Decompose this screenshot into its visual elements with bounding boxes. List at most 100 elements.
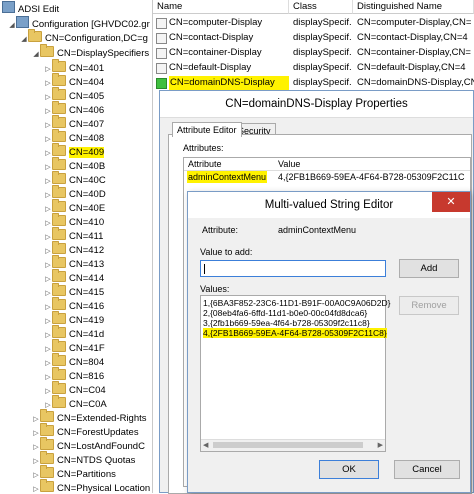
folder-icon xyxy=(52,241,66,254)
multi-valued-string-editor[interactable]: Multi-valued String Editor ✕ Attribute: … xyxy=(187,191,471,493)
values-list[interactable]: 1,{6BA3F852-23C6-11D1-B91F-00A0C9A06D2D}… xyxy=(200,295,390,452)
values-list-item[interactable]: 3,{2fb1b669-59ea-4f64-b728-05309f2c11c8} xyxy=(203,318,370,328)
ok-button[interactable]: OK xyxy=(319,460,379,479)
tree-display-specifiers[interactable]: ◢ CN=DisplaySpecifiers xyxy=(32,44,149,61)
naming-context-icon xyxy=(16,16,29,28)
tree-locale-label: CN=401 xyxy=(69,63,105,74)
tree-configuration-label: Configuration [GHVDC02.gr xyxy=(32,19,150,30)
values-scrollbar[interactable]: ◀ ▶ xyxy=(201,439,385,451)
folder-icon xyxy=(52,269,66,282)
tree-locale-label: CN=406 xyxy=(69,105,105,116)
list-row[interactable]: CN=container-Display displaySpecif... CN=c… xyxy=(153,46,474,60)
list-row-dn: CN=computer-Display,CN= xyxy=(357,17,472,28)
list-row-class: displaySpecif... xyxy=(293,77,351,88)
tree-locale-label: CN=419 xyxy=(69,315,105,326)
cancel-button[interactable]: Cancel xyxy=(394,460,460,479)
folder-icon xyxy=(52,297,66,310)
folder-icon xyxy=(52,283,66,296)
remove-button[interactable]: Remove xyxy=(399,296,459,315)
folder-icon xyxy=(52,171,66,184)
folder-icon xyxy=(52,311,66,324)
tree-locale-label: CN=40B xyxy=(69,161,106,172)
attribute-value: 4,{2FB1B669-59EA-4F64-B728-05309F2C11C xyxy=(278,172,465,182)
folder-icon xyxy=(52,115,66,128)
tree-locale-label: CN=414 xyxy=(69,273,105,284)
object-icon xyxy=(156,63,167,74)
list-row-dn: CN=container-Display,CN= xyxy=(357,47,471,58)
folder-icon xyxy=(40,465,54,478)
tree-locale-label: CN=C0A xyxy=(69,399,107,410)
tree-locale-label: CN=41d xyxy=(69,329,105,340)
tree-container-item[interactable]: ▷ CN=ForestUpdates xyxy=(32,423,139,438)
list-row-class: displaySpecif... xyxy=(293,17,351,28)
attributes-label: Attributes: xyxy=(183,143,224,153)
tree-locale-label: CN=412 xyxy=(69,245,105,256)
list-row[interactable]: CN=default-Display displaySpecif... CN=def… xyxy=(153,61,474,75)
tree-locale-label: CN=407 xyxy=(69,119,105,130)
tree-container-item[interactable]: ▷ CN=Physical Location xyxy=(32,479,150,493)
tree-locale-label: CN=816 xyxy=(69,371,105,382)
tree-locale-label: CN=41F xyxy=(69,343,105,354)
column-header-dn[interactable]: Distinguished Name xyxy=(353,0,474,14)
object-icon xyxy=(156,48,167,59)
tree-locale-label: CN=40C xyxy=(69,175,106,186)
collapse-icon[interactable]: ◢ xyxy=(8,19,16,32)
attribute-row[interactable]: adminContextMenu 4,{2FB1B669-59EA-4F64-B… xyxy=(184,171,470,183)
tree-locale-label: CN=C04 xyxy=(69,385,106,396)
tree-pane[interactable]: ADSI Edit ◢ Configuration [GHVDC02.gr ◢ CN… xyxy=(0,0,153,493)
scroll-right-icon[interactable]: ▶ xyxy=(378,440,383,451)
values-list-item[interactable]: 4,{2FB1B669-59EA-4F64-B728-05309F2C11C8} xyxy=(203,328,387,338)
list-row-dn: CN=domainDNS-Display,CN xyxy=(357,77,474,88)
properties-title: CN=domainDNS-Display Properties xyxy=(160,91,473,118)
column-header-class[interactable]: Class xyxy=(289,0,353,14)
close-button[interactable]: ✕ xyxy=(432,192,470,212)
list-row[interactable]: CN=contact-Display displaySpecif... CN=con… xyxy=(153,31,474,45)
attributes-header: Attribute Value xyxy=(184,158,470,171)
scroll-left-icon[interactable]: ◀ xyxy=(203,440,208,451)
folder-icon xyxy=(52,255,66,268)
object-icon xyxy=(156,33,167,44)
folder-icon xyxy=(52,101,66,114)
list-row-name: CN=computer-Display xyxy=(169,17,263,28)
add-button[interactable]: Add xyxy=(399,259,459,278)
tree-locale-label: CN=40E xyxy=(69,203,106,214)
column-header-name[interactable]: Name xyxy=(153,0,289,14)
folder-icon xyxy=(52,73,66,86)
value-to-add-input[interactable] xyxy=(200,260,386,277)
list-row[interactable]: CN=domainDNS-Display displaySpecif... CN=d… xyxy=(153,76,474,90)
tab-attribute-editor[interactable]: Attribute Editor xyxy=(172,122,242,137)
column-attribute[interactable]: Attribute xyxy=(188,158,222,170)
folder-icon xyxy=(52,143,66,156)
mv-attribute-label: Attribute: xyxy=(202,225,239,235)
scroll-thumb[interactable] xyxy=(213,442,363,448)
tree-container-item[interactable]: ▷ CN=Extended-Rights xyxy=(32,409,147,424)
tree-locale-item[interactable]: ▷ CN=C0A xyxy=(44,395,107,410)
tree-container-label: CN=Extended-Rights xyxy=(57,413,147,424)
tree-config-dc-label: CN=Configuration,DC=g xyxy=(45,33,148,44)
expand-icon[interactable]: ▷ xyxy=(32,483,40,493)
column-value[interactable]: Value xyxy=(278,158,300,170)
folder-icon xyxy=(52,199,66,212)
tree-locale-label: CN=404 xyxy=(69,77,105,88)
list-row-name: CN=default-Display xyxy=(169,62,252,73)
tree-locale-label: CN=411 xyxy=(69,231,104,242)
folder-icon xyxy=(52,129,66,142)
values-list-item[interactable]: 2,{08eb4fa6-6ffd-11d1-b0e0-00c04fd8dca6} xyxy=(203,308,367,318)
collapse-icon[interactable]: ◢ xyxy=(20,33,28,46)
tree-configuration[interactable]: ◢ Configuration [GHVDC02.gr xyxy=(8,16,150,32)
tree-container-item[interactable]: ▷ CN=LostAndFoundC xyxy=(32,437,145,452)
tree-locale-label: CN=413 xyxy=(69,259,105,270)
values-list-item[interactable]: 1,{6BA3F852-23C6-11D1-B91F-00A0C9A06D2D} xyxy=(203,298,390,308)
folder-icon xyxy=(52,325,66,338)
folder-icon xyxy=(52,395,66,408)
folder-icon xyxy=(40,423,54,436)
tree-locale-label: CN=408 xyxy=(69,133,105,144)
list-row-class: displaySpecif... xyxy=(293,62,351,73)
tree-config-dc[interactable]: ◢ CN=Configuration,DC=g xyxy=(20,29,148,46)
collapse-icon[interactable]: ◢ xyxy=(32,48,40,61)
list-row[interactable]: CN=computer-Display displaySpecif... CN=co… xyxy=(153,16,474,30)
folder-icon xyxy=(40,479,54,492)
tree-root[interactable]: ADSI Edit xyxy=(2,1,59,15)
text-cursor xyxy=(204,264,205,274)
tree-container-item[interactable]: ▷ CN=NTDS Quotas xyxy=(32,451,135,466)
